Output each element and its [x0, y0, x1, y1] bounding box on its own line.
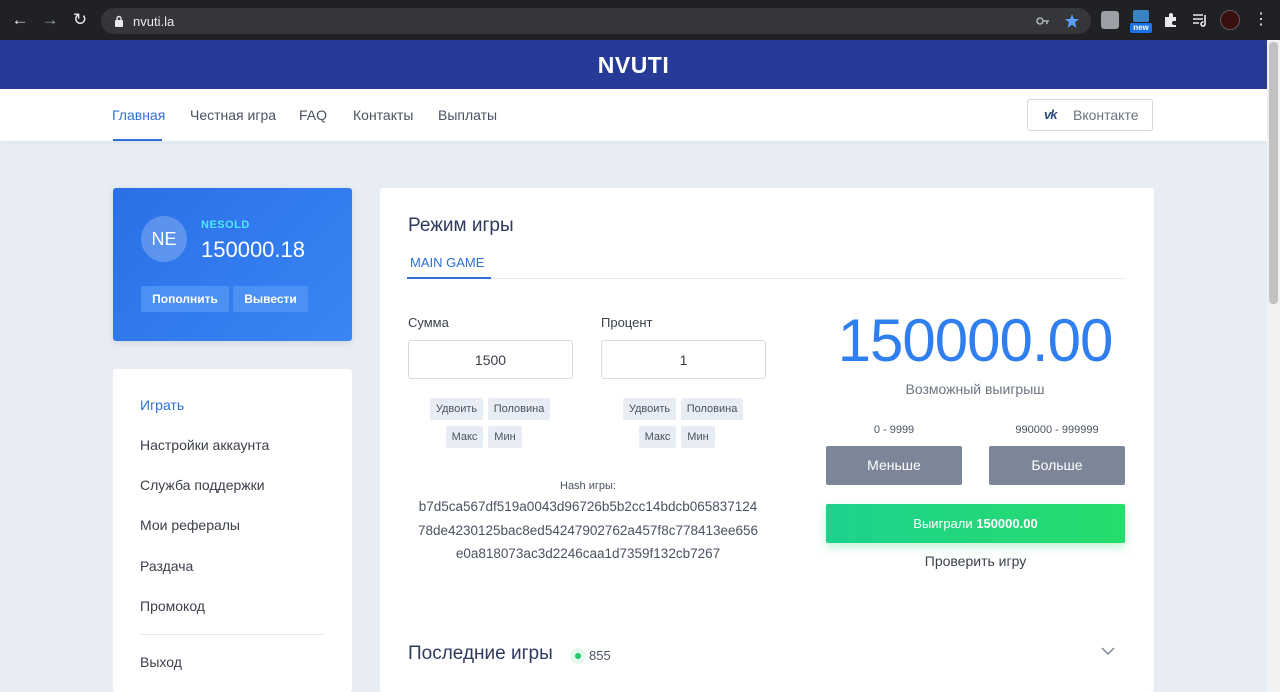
nav-active-indicator	[113, 139, 162, 141]
username: NESOLD	[201, 219, 250, 231]
address-bar[interactable]: nvuti.la	[101, 8, 1091, 34]
new-badge: new	[1130, 23, 1152, 33]
less-button[interactable]: Меньше	[826, 446, 962, 485]
site-logo[interactable]: NVUTI	[0, 52, 1267, 79]
forward-icon[interactable]: →	[40, 10, 60, 30]
extension-badge-icon	[1133, 10, 1149, 22]
hash-line: 78de4230125bac8ed54247902762a457f8c77841…	[417, 523, 759, 538]
result-prefix: Выиграли	[913, 516, 977, 531]
percent-input[interactable]	[601, 340, 766, 379]
nav-contacts[interactable]: Контакты	[353, 107, 413, 123]
percent-half-button[interactable]: Половина	[681, 398, 743, 420]
possible-win-label: Возможный выигрыш	[905, 381, 1045, 397]
vk-label: Вконтакте	[1073, 107, 1139, 123]
amount-min-button[interactable]: Мин	[488, 426, 522, 448]
tab-main-game[interactable]: MAIN GAME	[410, 255, 484, 270]
media-queue-icon[interactable]	[1191, 11, 1209, 29]
online-count: 855	[589, 648, 611, 663]
vk-icon: vk	[1044, 107, 1058, 122]
balance: 150000.18	[201, 237, 305, 262]
main-nav: Главная Честная игра FAQ Контакты Выплат…	[0, 89, 1267, 141]
sidebar-item-giveaway[interactable]: Раздача	[140, 558, 193, 574]
more-button[interactable]: Больше	[989, 446, 1125, 485]
key-icon[interactable]	[1035, 13, 1051, 29]
sidebar-item-support[interactable]: Служба поддержки	[140, 477, 265, 493]
nav-home[interactable]: Главная	[112, 107, 165, 123]
sidebar-item-play[interactable]: Играть	[140, 397, 184, 413]
browser-toolbar: ← → ↻ nvuti.la new ⋮	[0, 0, 1280, 40]
sidebar-item-promocode[interactable]: Промокод	[140, 598, 205, 614]
tab-active-indicator	[407, 277, 491, 279]
kebab-menu-icon[interactable]: ⋮	[1251, 10, 1271, 30]
menu-divider	[140, 634, 324, 635]
profile-card: NE NESOLD 150000.18 Пополнить Вывести	[113, 188, 352, 341]
chevron-down-icon[interactable]	[1100, 643, 1116, 659]
range-low: 0 - 9999	[873, 424, 915, 436]
tab-divider	[407, 278, 1125, 279]
nav-payouts[interactable]: Выплаты	[438, 107, 497, 123]
extension-icon[interactable]	[1101, 11, 1119, 29]
result-amount: 150000.00	[976, 516, 1038, 531]
url-text: nvuti.la	[133, 14, 175, 29]
page-scrollbar[interactable]	[1267, 40, 1280, 692]
scrollbar-thumb[interactable]	[1269, 42, 1278, 304]
possible-win-amount: 150000.00	[837, 307, 1114, 374]
range-high: 990000 - 999999	[1015, 424, 1099, 436]
percent-double-button[interactable]: Удвоить	[623, 398, 676, 420]
lock-icon	[115, 15, 123, 27]
online-indicator-icon	[570, 648, 586, 664]
amount-double-button[interactable]: Удвоить	[430, 398, 483, 420]
profile-avatar[interactable]	[1220, 10, 1240, 30]
result-banner: Выиграли 150000.00	[826, 504, 1125, 543]
amount-input[interactable]	[408, 340, 573, 379]
nav-fair-game[interactable]: Честная игра	[190, 107, 276, 123]
percent-max-button[interactable]: Макс	[639, 426, 676, 448]
side-menu: Играть Настройки аккаунта Служба поддерж…	[113, 369, 352, 692]
puzzle-icon[interactable]	[1162, 11, 1180, 29]
hash-label: Hash игры:	[560, 480, 616, 492]
sidebar-item-logout[interactable]: Выход	[140, 654, 182, 670]
sidebar-item-referrals[interactable]: Мои рефералы	[140, 517, 240, 533]
sidebar-item-account-settings[interactable]: Настройки аккаунта	[140, 437, 269, 453]
vk-button[interactable]: vk Вконтакте	[1027, 99, 1153, 131]
percent-label: Процент	[601, 315, 653, 330]
game-mode-title: Режим игры	[408, 215, 514, 236]
reload-icon[interactable]: ↻	[70, 10, 90, 30]
site-header: NVUTI	[0, 40, 1267, 89]
new-extension-icon[interactable]: new	[1130, 8, 1152, 34]
check-game-link[interactable]: Проверить игру	[826, 553, 1125, 569]
amount-half-button[interactable]: Половина	[488, 398, 550, 420]
hash-line: e0a818073ac3d2246caa1d7359f132cb7267	[455, 546, 721, 561]
amount-max-button[interactable]: Макс	[446, 426, 483, 448]
withdraw-button[interactable]: Вывести	[233, 286, 308, 312]
back-icon[interactable]: ←	[10, 10, 30, 30]
avatar: NE	[141, 216, 187, 262]
star-bookmark-icon[interactable]	[1064, 13, 1080, 29]
nav-faq[interactable]: FAQ	[299, 107, 327, 123]
hash-line: b7d5ca567df519a0043d96726b5b2cc14bdcb065…	[418, 499, 758, 514]
amount-label: Сумма	[408, 315, 449, 330]
percent-min-button[interactable]: Мин	[681, 426, 715, 448]
recent-games-title: Последние игры	[408, 643, 553, 664]
deposit-button[interactable]: Пополнить	[141, 286, 229, 312]
game-panel: Режим игры MAIN GAME Сумма Процент Удвои…	[380, 188, 1154, 692]
